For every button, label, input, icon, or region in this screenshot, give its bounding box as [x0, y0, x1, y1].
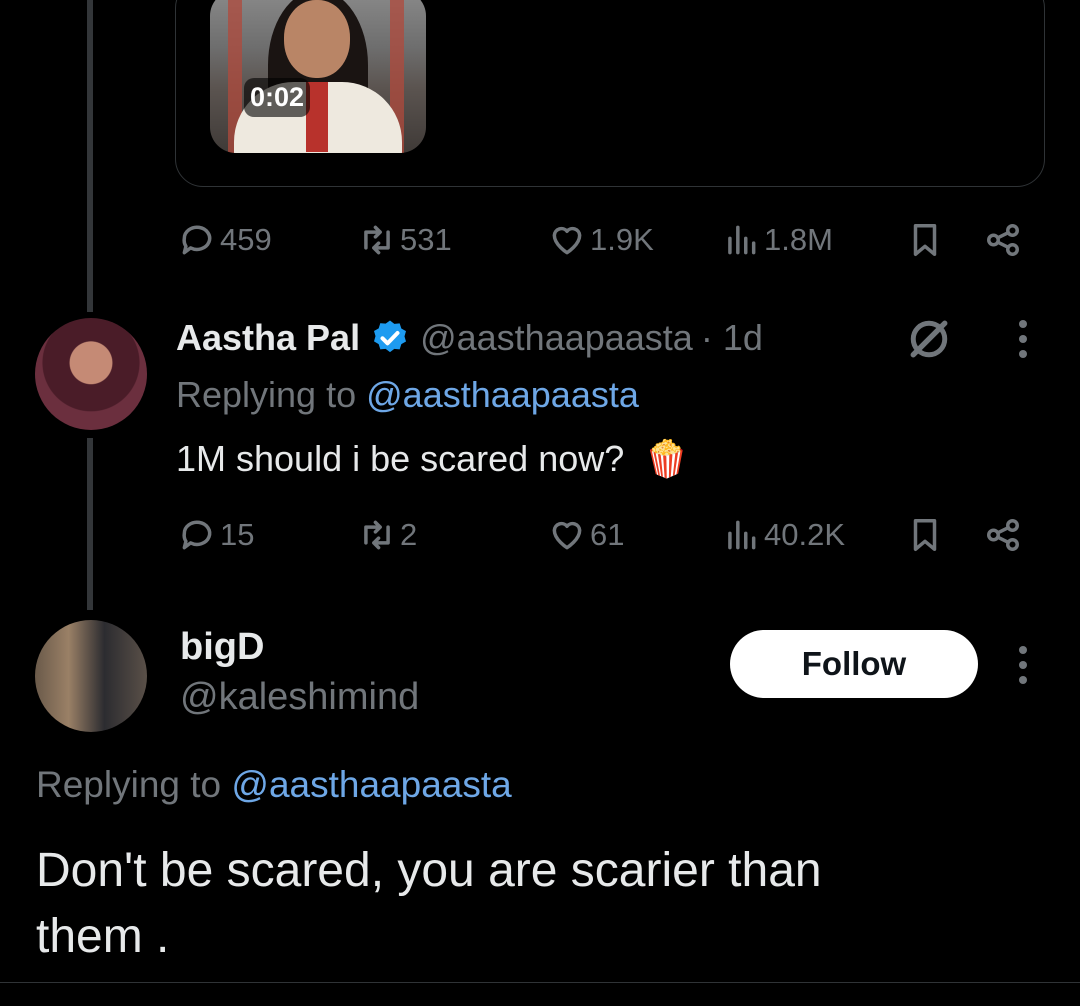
thread-line-top: [87, 0, 93, 312]
tweet-time[interactable]: · 1d: [701, 317, 763, 359]
bookmark-icon: [913, 224, 937, 256]
video-thumbnail[interactable]: 0:02: [210, 0, 426, 153]
reply-icon: [182, 520, 212, 550]
avatar[interactable]: [35, 620, 147, 732]
replying-to-handle[interactable]: @aasthaapaasta: [231, 764, 511, 805]
views-icon: [728, 520, 756, 550]
reply1-header: Aastha Pal @aasthaapaasta · 1d: [176, 314, 763, 362]
reply-button[interactable]: 459: [178, 215, 272, 265]
views-count: 1.8M: [764, 222, 833, 257]
author-name[interactable]: Aastha Pal: [176, 317, 360, 359]
like-button[interactable]: 61: [548, 510, 624, 560]
views-button[interactable]: 40.2K: [722, 510, 845, 560]
author-handle[interactable]: @kaleshimind: [180, 676, 419, 719]
author-name[interactable]: bigD: [180, 626, 264, 669]
repost-icon: [364, 225, 390, 255]
views-count: 40.2K: [764, 517, 846, 552]
replying-to-handle[interactable]: @aasthaapaasta: [366, 374, 639, 415]
grok-icon[interactable]: [902, 312, 956, 366]
reply-button[interactable]: 15: [178, 510, 254, 560]
more-icon[interactable]: [1019, 646, 1031, 684]
tweet-text-line-1: Don't be scared, you are scarier than: [36, 844, 822, 897]
repost-button[interactable]: 531: [358, 215, 452, 265]
views-icon: [728, 225, 756, 255]
replying-to: Replying to @aasthaapaasta: [36, 764, 512, 805]
avatar[interactable]: [35, 318, 147, 430]
like-icon: [552, 226, 582, 255]
share-icon: [987, 519, 1019, 551]
popcorn-emoji: 🍿: [644, 438, 690, 479]
reply-count: 459: [220, 222, 272, 257]
main-tweet-actions: 459 531 1.9K 1.8M: [0, 215, 1080, 265]
follow-button[interactable]: Follow: [730, 630, 978, 698]
like-count: 61: [590, 517, 625, 552]
tweet-text: Don't be scared, you are scarier than th…: [36, 838, 822, 970]
repost-icon: [364, 520, 390, 550]
reply1-text-row: 1M should i be scared now? 🍿: [176, 438, 689, 480]
divider: [0, 982, 1080, 983]
share-button[interactable]: [984, 215, 1022, 265]
reply-count: 15: [220, 517, 255, 552]
reply-icon: [182, 225, 212, 255]
reply1-actions: 15 2 61 40.2K: [0, 510, 1080, 560]
repost-button[interactable]: 2: [358, 510, 417, 560]
like-icon: [552, 521, 582, 550]
share-button[interactable]: [984, 510, 1022, 560]
replying-to: Replying to @aasthaapaasta: [176, 374, 639, 415]
repost-count: 2: [400, 517, 418, 552]
views-button[interactable]: 1.8M: [722, 215, 833, 265]
video-duration: 0:02: [244, 78, 311, 117]
bookmark-icon: [913, 519, 937, 551]
author-handle[interactable]: @aasthaapaasta: [420, 317, 693, 359]
share-icon: [987, 224, 1019, 256]
more-icon[interactable]: [1019, 320, 1031, 358]
tweet-text-line-2: them .: [36, 910, 170, 963]
bookmark-button[interactable]: [906, 510, 944, 560]
bookmark-button[interactable]: [906, 215, 944, 265]
repost-count: 531: [400, 222, 452, 257]
like-count: 1.9K: [590, 222, 654, 257]
tweet-text: 1M should i be scared now?: [176, 438, 625, 479]
like-button[interactable]: 1.9K: [548, 215, 654, 265]
verified-icon: [374, 320, 407, 353]
